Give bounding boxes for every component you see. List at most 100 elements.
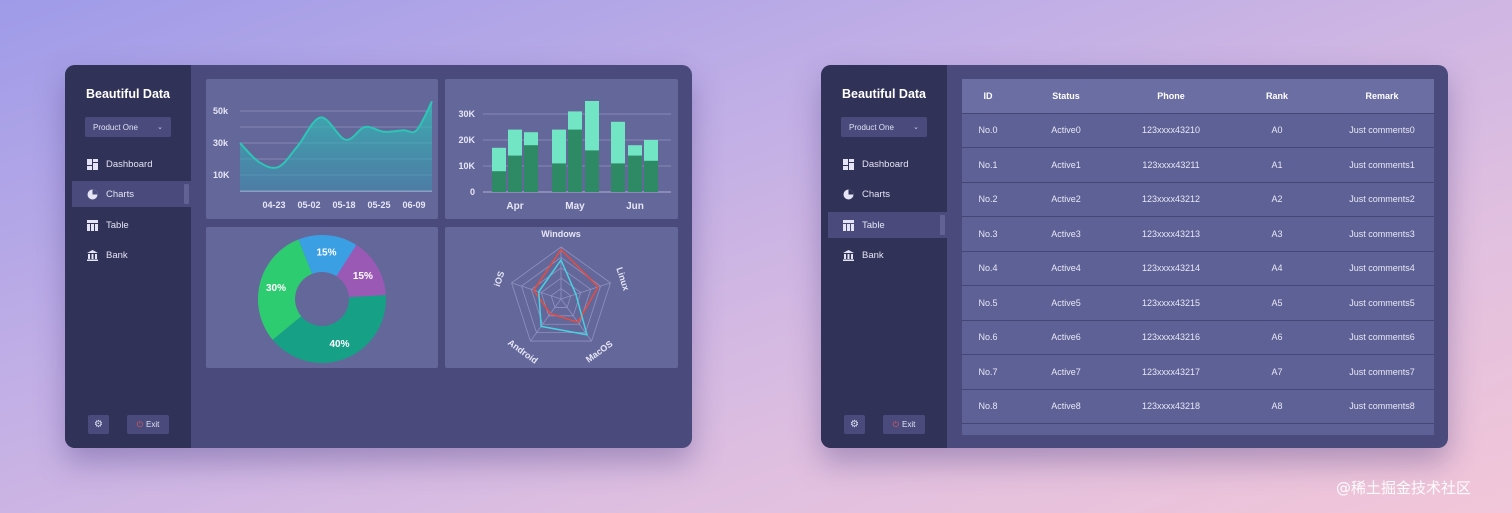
bar-series-2 [508, 155, 522, 192]
exit-button[interactable]: ⏻ Exit [883, 415, 925, 434]
x-tick-label: Apr [506, 201, 523, 212]
data-table: ID Status Phone Rank Remark No.0 Active0 123xxx… [962, 79, 1434, 435]
bank-icon [843, 249, 854, 261]
cell-remark: Just comments6 [1349, 332, 1415, 343]
power-icon: ⏻ [136, 419, 143, 429]
pie-chart: 15% 15% 40% 30% [258, 235, 386, 363]
table-row[interactable]: No.3 Active3 123xxxx43213 A3 Just comments3 [962, 217, 1434, 252]
settings-button[interactable]: ⚙ [88, 415, 109, 434]
cell-remark: Just comments3 [1349, 228, 1415, 239]
bar-series-2 [524, 145, 538, 192]
cell-status: Active5 [1051, 297, 1081, 308]
bank-icon [87, 249, 98, 261]
cell-phone: 123xxxx43213 [1141, 228, 1201, 239]
sidebar-item-label: Table [106, 219, 129, 231]
cell-rank: A1 [1271, 159, 1283, 170]
table-icon [843, 219, 854, 231]
cell-remark: Just comments5 [1349, 297, 1415, 308]
table-row[interactable]: No.1 Active1 123xxxx43211 A1 Just comments1 [962, 148, 1434, 183]
sidebar-item-charts[interactable]: Charts [72, 181, 191, 207]
column-header-status: Status [1052, 90, 1080, 101]
exit-button[interactable]: ⏻ Exit [127, 415, 169, 434]
pie-chart-panel: 15% 15% 40% 30% [206, 227, 438, 368]
cell-rank: A8 [1271, 401, 1283, 412]
radar-axis-label: MacOS [584, 339, 615, 365]
dashboard-icon [87, 158, 98, 170]
product-select-value: Product One [93, 122, 138, 132]
sidebar-item-dashboard[interactable]: Dashboard [828, 151, 947, 177]
x-tick-label: 04-23 [262, 200, 285, 210]
table-row[interactable]: No.0 Active0 123xxxx43210 A0 Just comments0 [962, 114, 1434, 148]
bar-series-2 [611, 163, 625, 192]
sidebar: Beautiful Data Product One ⌄ Dashboard C… [65, 65, 191, 448]
exit-label: Exit [145, 420, 160, 429]
cell-id: No.6 [978, 332, 998, 343]
cell-status: Active4 [1051, 263, 1081, 274]
bar-chart-panel: 0 10K 20K 30K Apr May Jun [445, 79, 678, 219]
table-row[interactable]: No.7 Active7 123xxxx43217 A7 Just comments7 [962, 355, 1434, 390]
y-tick-label: 0 [470, 187, 475, 197]
cell-id: No.4 [978, 263, 998, 274]
sidebar-item-table[interactable]: Table [72, 212, 191, 238]
x-tick-label: May [565, 201, 585, 212]
product-select[interactable]: Product One ⌄ [841, 117, 927, 137]
sidebar-item-bank[interactable]: Bank [72, 242, 191, 268]
radar-axis-label: Android [506, 337, 540, 365]
y-tick-label: 20K [458, 135, 475, 145]
bar-series-2 [628, 155, 642, 192]
column-header-remark: Remark [1365, 90, 1399, 101]
x-tick-label: 06-09 [402, 200, 425, 210]
cell-rank: A0 [1271, 125, 1283, 136]
table-row[interactable]: No.4 Active4 123xxxx43214 A4 Just comments4 [962, 252, 1434, 286]
cell-status: Active1 [1051, 159, 1081, 170]
pie-slice-label: 40% [329, 339, 349, 350]
power-icon: ⏻ [892, 419, 899, 429]
sidebar-item-charts[interactable]: Charts [828, 181, 947, 207]
sidebar-item-label: Charts [106, 188, 134, 200]
cell-id: No.2 [978, 194, 998, 205]
cell-remark: Just comments4 [1349, 263, 1415, 274]
x-tick-label: 05-02 [297, 200, 320, 210]
cell-rank: A4 [1271, 263, 1283, 274]
column-header-rank: Rank [1265, 90, 1288, 101]
chevron-down-icon: ⌄ [913, 124, 919, 131]
table-window: Beautiful Data Product One ⌄ Dashboard C… [821, 65, 1448, 448]
table-row[interactable]: No.6 Active6 123xxxx43216 A6 Just comments6 [962, 321, 1434, 355]
pie-chart-icon [843, 189, 854, 200]
table-row[interactable]: No.2 Active2 123xxxx43212 A2 Just comments2 [962, 183, 1434, 217]
table-row[interactable]: No.5 Active5 123xxxx43215 A5 Just comments5 [962, 286, 1434, 321]
product-select[interactable]: Product One ⌄ [85, 117, 171, 137]
pie-slice-label: 15% [353, 271, 373, 282]
cell-remark: Just comments8 [1349, 401, 1415, 412]
brand-title: Beautiful Data [85, 87, 171, 101]
dashboard-icon [843, 158, 854, 170]
table-header-row: ID Status Phone Rank Remark [962, 79, 1434, 114]
table-row[interactable]: No.8 Active8 123xxxx43218 A8 Just comments8 [962, 390, 1434, 424]
sidebar-item-label: Table [862, 219, 885, 231]
sidebar-item-dashboard[interactable]: Dashboard [72, 151, 191, 177]
cell-status: Active2 [1051, 194, 1081, 205]
bar-series-2 [644, 160, 658, 192]
bar-chart: 0 10K 20K 30K Apr May Jun [458, 101, 671, 212]
chevron-down-icon: ⌄ [157, 124, 163, 131]
y-tick-label: 10K [213, 170, 230, 180]
table-icon [87, 219, 98, 231]
area-fill [240, 101, 432, 191]
x-tick-label: 05-18 [332, 200, 355, 210]
cell-phone: 123xxxx43212 [1141, 194, 1201, 205]
cell-phone: 123xxxx43211 [1142, 159, 1200, 170]
pie-slice-label: 15% [316, 248, 336, 259]
y-tick-label: 30K [458, 109, 475, 119]
sidebar-item-bank[interactable]: Bank [828, 242, 947, 268]
product-select-value: Product One [849, 122, 894, 132]
radar-axis-label: Windows [541, 229, 580, 239]
bar-series-2 [492, 171, 506, 192]
radar-axis-label: Linux [614, 266, 631, 292]
cell-rank: A5 [1271, 297, 1283, 308]
settings-button[interactable]: ⚙ [844, 415, 865, 434]
cell-remark: Just comments2 [1349, 194, 1415, 205]
sidebar-item-table[interactable]: Table [828, 212, 947, 238]
cell-remark: Just comments1 [1349, 159, 1415, 170]
exit-label: Exit [901, 420, 916, 429]
cell-status: Active7 [1051, 366, 1081, 377]
